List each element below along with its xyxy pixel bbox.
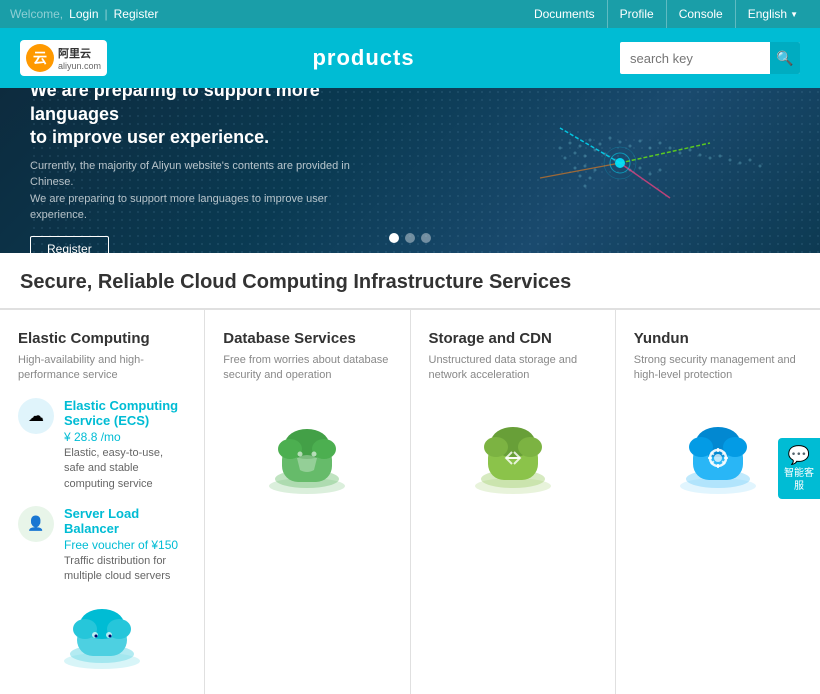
hero-banner: We are preparing to support more languag…: [0, 88, 820, 253]
carousel-dots: [389, 233, 431, 243]
yundun-title: Yundun: [634, 330, 802, 347]
top-bar: Welcome, Login | Register Documents Prof…: [0, 0, 820, 28]
page-title: products: [312, 45, 414, 71]
product-col-elastic: Elastic Computing High-availability and …: [0, 310, 205, 694]
hero-desc: Currently, the majority of Aliyun websit…: [30, 158, 370, 224]
elastic-title: Elastic Computing: [18, 330, 186, 347]
slb-icon: 👤: [18, 506, 54, 542]
top-bar-left: Welcome, Login | Register: [10, 7, 158, 21]
logo-domain: aliyun.com: [58, 61, 101, 71]
chevron-down-icon: ▼: [790, 10, 798, 19]
slb-info: Server Load Balancer Free voucher of ¥15…: [64, 506, 186, 585]
support-label: 智能客服: [784, 468, 814, 492]
hero-content: We are preparing to support more languag…: [30, 88, 370, 253]
login-link[interactable]: Login: [69, 7, 98, 21]
header: 云 阿里云 aliyun.com products 🔍: [0, 28, 820, 88]
support-icon: 💬: [782, 444, 816, 467]
storage-illustration: [429, 414, 597, 504]
carousel-dot-3[interactable]: [421, 233, 431, 243]
ecs-service-item: ☁ Elastic Computing Service (ECS) ¥ 28.8…: [18, 398, 186, 492]
yundun-illustration: [634, 414, 802, 504]
ecs-icon: ☁: [18, 398, 54, 434]
slb-service-item: 👤 Server Load Balancer Free voucher of ¥…: [18, 506, 186, 585]
ecs-desc: Elastic, easy-to-use, safe and stable co…: [64, 446, 186, 492]
hero-register-button[interactable]: Register: [30, 236, 109, 253]
support-button[interactable]: 💬 智能客服: [778, 438, 820, 499]
slb-desc: Traffic distribution for multiple cloud …: [64, 554, 186, 585]
welcome-text: Welcome,: [10, 7, 63, 21]
product-col-storage: Storage and CDN Unstructured data storag…: [411, 310, 616, 694]
search-input[interactable]: [620, 45, 770, 72]
products-grid: Elastic Computing High-availability and …: [0, 309, 820, 694]
slb-name[interactable]: Server Load Balancer: [64, 506, 186, 536]
separator: |: [105, 7, 108, 21]
logo: 云 阿里云 aliyun.com: [20, 40, 107, 76]
logo-box: 云 阿里云 aliyun.com: [20, 40, 107, 76]
ecs-price: ¥ 28.8 /mo: [64, 430, 186, 444]
language-selector[interactable]: English ▼: [735, 0, 810, 28]
hero-title: We are preparing to support more languag…: [30, 88, 370, 150]
database-desc: Free from worries about database securit…: [223, 353, 391, 384]
storage-title: Storage and CDN: [429, 330, 597, 347]
world-map-svg: [360, 88, 820, 253]
section-title: Secure, Reliable Cloud Computing Infrast…: [0, 253, 820, 309]
ecs-name[interactable]: Elastic Computing Service (ECS): [64, 398, 186, 428]
logo-chinese: 阿里云: [58, 45, 101, 61]
storage-desc: Unstructured data storage and network ac…: [429, 353, 597, 384]
product-col-yundun: Yundun Strong security management and hi…: [616, 310, 820, 694]
register-link[interactable]: Register: [114, 7, 159, 21]
documents-link[interactable]: Documents: [522, 0, 607, 28]
slb-price: Free voucher of ¥150: [64, 538, 186, 552]
elastic-illustration: [18, 599, 186, 674]
search-area: 🔍: [620, 42, 800, 74]
database-illustration: [223, 414, 391, 504]
product-col-database: Database Services Free from worries abou…: [205, 310, 410, 694]
search-icon: 🔍: [776, 50, 793, 67]
top-bar-right: Documents Profile Console English ▼: [522, 0, 810, 28]
language-label: English: [748, 7, 787, 21]
profile-link[interactable]: Profile: [607, 0, 666, 28]
search-button[interactable]: 🔍: [770, 42, 800, 74]
carousel-dot-2[interactable]: [405, 233, 415, 243]
yundun-desc: Strong security management and high-leve…: [634, 353, 802, 384]
carousel-dot-1[interactable]: [389, 233, 399, 243]
console-link[interactable]: Console: [666, 0, 735, 28]
logo-icon: 云: [26, 44, 54, 72]
elastic-desc: High-availability and high-performance s…: [18, 353, 186, 384]
ecs-info: Elastic Computing Service (ECS) ¥ 28.8 /…: [64, 398, 186, 492]
database-title: Database Services: [223, 330, 391, 347]
